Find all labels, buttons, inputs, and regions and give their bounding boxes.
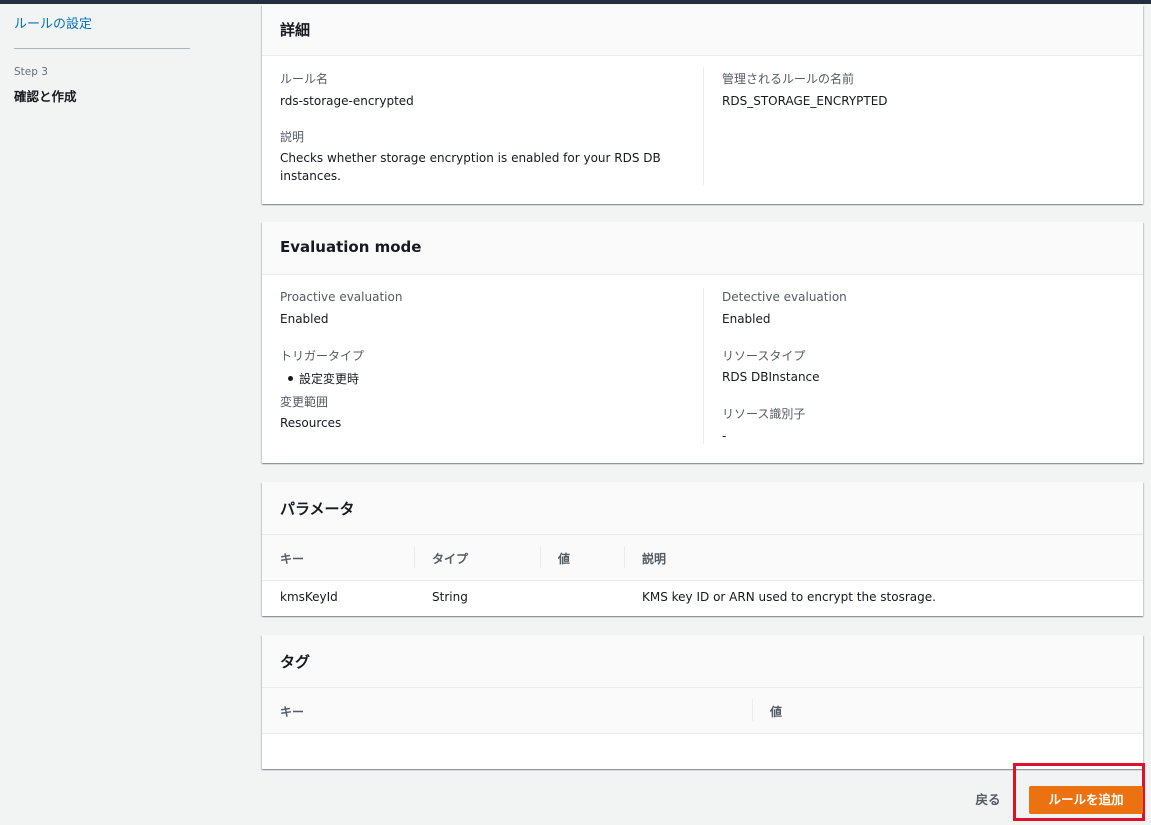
tags-card: タグ キー 値 bbox=[262, 635, 1143, 769]
evaluation-card-header: Evaluation mode bbox=[262, 222, 1143, 275]
evaluation-title: Evaluation mode bbox=[280, 238, 422, 256]
nav-divider bbox=[14, 48, 190, 49]
parameters-table-header: キー タイプ 値 説明 bbox=[262, 534, 1143, 581]
column-header-value[interactable]: 値 bbox=[558, 550, 570, 567]
column-header-type[interactable]: タイプ bbox=[432, 550, 468, 567]
resource-type-value: RDS DBInstance bbox=[722, 370, 820, 384]
column-header-key[interactable]: キー bbox=[280, 550, 304, 567]
add-rule-button[interactable]: ルールを追加 bbox=[1029, 786, 1143, 814]
proactive-evaluation-value: Enabled bbox=[280, 312, 329, 326]
column-separator bbox=[540, 546, 541, 568]
column-divider bbox=[703, 67, 704, 185]
detective-evaluation-value: Enabled bbox=[722, 312, 771, 326]
scope-label: 変更範囲 bbox=[280, 395, 329, 409]
column-header-value[interactable]: 値 bbox=[770, 703, 782, 720]
parameters-card-header: パラメータ bbox=[262, 482, 1143, 534]
description-label: 説明 bbox=[280, 130, 305, 144]
parameter-type-cell: String bbox=[432, 590, 468, 604]
proactive-evaluation-label: Proactive evaluation bbox=[280, 290, 403, 304]
detective-evaluation-label: Detective evaluation bbox=[722, 290, 847, 304]
trigger-type-value: 設定変更時 bbox=[299, 372, 360, 386]
parameters-title: パラメータ bbox=[280, 500, 355, 518]
bullet-dot bbox=[288, 376, 293, 381]
scope-value: Resources bbox=[280, 416, 342, 430]
evaluation-mode-card: Evaluation mode Proactive evaluation Ena… bbox=[262, 222, 1143, 463]
step-label: Step 3 bbox=[14, 66, 48, 78]
step-title-current: 確認と作成 bbox=[14, 89, 77, 104]
resource-type-label: リソースタイプ bbox=[722, 349, 806, 363]
rule-name-label: ルール名 bbox=[280, 72, 329, 86]
tags-title: タグ bbox=[280, 653, 311, 671]
managed-rule-label: 管理されるルールの名前 bbox=[722, 72, 855, 86]
column-separator bbox=[414, 546, 415, 568]
nav-link-rule-settings[interactable]: ルールの設定 bbox=[14, 13, 92, 32]
column-header-description[interactable]: 説明 bbox=[642, 550, 666, 567]
details-title: 詳細 bbox=[280, 21, 311, 39]
resource-id-value: - bbox=[722, 429, 727, 443]
column-header-key[interactable]: キー bbox=[280, 703, 304, 720]
parameter-description-cell: KMS key ID or ARN used to encrypt the st… bbox=[642, 590, 936, 604]
details-card: 詳細 ルール名 rds-storage-encrypted 説明 Checks … bbox=[262, 5, 1143, 204]
wizard-sidebar: ルールの設定 Step 3 確認と作成 bbox=[0, 4, 230, 825]
table-row: kmsKeyId String KMS key ID or ARN used t… bbox=[262, 580, 1143, 616]
description-value: Checks whether storage encryption is ena… bbox=[280, 151, 661, 183]
back-button[interactable]: 戻る bbox=[964, 788, 1012, 812]
tags-table-header: キー 値 bbox=[262, 687, 1143, 734]
resource-id-label: リソース識別子 bbox=[722, 407, 806, 421]
column-separator bbox=[752, 699, 753, 721]
managed-rule-value: RDS_STORAGE_ENCRYPTED bbox=[722, 94, 888, 108]
rule-name-value: rds-storage-encrypted bbox=[280, 94, 414, 108]
trigger-type-label: トリガータイプ bbox=[280, 349, 365, 363]
tags-card-header: タグ bbox=[262, 635, 1143, 687]
parameter-key-cell: kmsKeyId bbox=[280, 590, 338, 604]
details-card-header: 詳細 bbox=[262, 5, 1143, 56]
column-separator bbox=[624, 546, 625, 568]
column-divider bbox=[703, 288, 704, 444]
parameters-card: パラメータ キー タイプ 値 説明 kmsKeyId String KMS ke… bbox=[262, 482, 1143, 616]
